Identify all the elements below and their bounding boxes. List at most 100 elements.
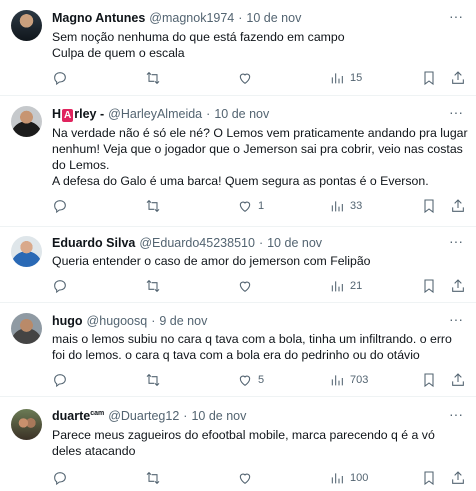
retweet-icon — [146, 373, 160, 387]
share-button[interactable] — [450, 371, 466, 389]
author-name-superscript: cam — [90, 409, 105, 417]
reply-button[interactable] — [52, 469, 73, 487]
like-button[interactable] — [237, 469, 258, 487]
tweet-date[interactable]: 10 de nov — [267, 236, 322, 250]
replies-feed: Magno Antunes @magnok1974 · 10 de nov ··… — [0, 0, 476, 491]
tweet-text-line: A defesa do Galo é uma barca! Quem segur… — [52, 174, 429, 188]
author-handle[interactable]: @hugoosq — [87, 314, 148, 328]
tweet-5[interactable]: duartecam @Duarteg12 · 10 de nov ··· Par… — [0, 397, 476, 491]
tweet-text: Sem noção nenhuma do que está fazendo em… — [52, 29, 467, 61]
share-icon — [452, 279, 464, 292]
like-button[interactable] — [237, 69, 258, 87]
views-count: 33 — [350, 200, 363, 212]
heart-icon — [239, 375, 251, 386]
heart-icon — [239, 201, 251, 212]
author-name-text: duarte — [52, 409, 91, 423]
more-options-icon[interactable]: ··· — [448, 9, 464, 27]
separator-dot: · — [151, 314, 156, 328]
reply-button[interactable] — [52, 69, 73, 87]
tweet-date[interactable]: 10 de nov — [191, 409, 246, 423]
tweet-actions: 15 — [52, 69, 468, 87]
tweet-text: Queria entender o caso de amor do jemers… — [52, 253, 467, 269]
reply-icon — [54, 374, 66, 388]
like-button[interactable] — [237, 277, 258, 295]
author-handle[interactable]: @Eduardo45238510 — [139, 236, 255, 250]
bookmark-button[interactable] — [421, 469, 437, 487]
author-handle[interactable]: @Duarteg12 — [108, 409, 179, 423]
retweet-button[interactable] — [145, 371, 166, 389]
avatar[interactable] — [11, 236, 42, 267]
bookmark-icon — [424, 471, 434, 486]
bookmark-button[interactable] — [421, 69, 437, 87]
avatar[interactable] — [11, 106, 42, 137]
reply-button[interactable] — [52, 371, 73, 389]
tweet-text-line: Sem noção nenhuma do que está fazendo em… — [52, 30, 345, 44]
retweet-icon — [146, 71, 160, 85]
tweet-text-line: mais o lemos subiu no cara q tava com a … — [52, 332, 452, 346]
heart-icon — [239, 281, 251, 292]
like-button[interactable]: 1 — [237, 197, 264, 215]
bookmark-button[interactable] — [421, 197, 437, 215]
reply-button[interactable] — [52, 197, 73, 215]
avatar[interactable] — [11, 313, 42, 344]
separator-dot: · — [206, 107, 211, 121]
views-button[interactable]: 15 — [329, 69, 362, 87]
retweet-button[interactable] — [145, 197, 166, 215]
views-button[interactable]: 33 — [329, 197, 362, 215]
views-button[interactable]: 100 — [329, 469, 368, 487]
tweet-4[interactable]: hugo @hugoosq · 9 de nov ··· mais o lemo… — [0, 303, 476, 397]
reply-button[interactable] — [52, 277, 73, 295]
avatar[interactable] — [11, 10, 42, 41]
tweet-3[interactable]: Eduardo Silva @Eduardo45238510 · 10 de n… — [0, 227, 476, 303]
share-icon — [452, 471, 464, 484]
bookmark-icon — [424, 199, 434, 214]
retweet-button[interactable] — [145, 469, 166, 487]
retweet-button[interactable] — [145, 69, 166, 87]
share-icon — [452, 373, 464, 386]
tweet-date[interactable]: 9 de nov — [159, 314, 207, 328]
views-chart-icon — [331, 201, 343, 212]
more-options-icon[interactable]: ··· — [448, 234, 464, 252]
more-options-icon[interactable]: ··· — [448, 312, 464, 330]
views-chart-icon — [331, 281, 343, 292]
tweet-actions: 100 — [52, 469, 468, 487]
bookmark-button[interactable] — [421, 371, 437, 389]
reply-icon — [54, 200, 66, 214]
author-name-badge: A — [62, 108, 74, 122]
retweet-icon — [146, 471, 160, 485]
more-options-icon[interactable]: ··· — [448, 407, 464, 425]
tweet-header: hugo @hugoosq · 9 de nov — [52, 313, 207, 329]
tweet-date[interactable]: 10 de nov — [246, 11, 301, 25]
author-name[interactable]: hugo — [52, 314, 83, 328]
like-button[interactable]: 5 — [237, 371, 264, 389]
tweet-text-line: Na verdade não é só ele né? O Lemos vem … — [52, 126, 468, 140]
share-button[interactable] — [450, 277, 466, 295]
tweet-2[interactable]: H Arley - @HarleyAlmeida · 10 de nov ··· … — [0, 96, 476, 227]
author-name-prefix: H — [52, 106, 62, 121]
separator-dot: · — [183, 409, 188, 423]
author-handle[interactable]: @HarleyAlmeida — [108, 107, 202, 121]
author-name[interactable]: Magno Antunes — [52, 11, 145, 25]
more-options-icon[interactable]: ··· — [448, 105, 464, 123]
tweet-text-line: deles atacando — [52, 444, 136, 458]
author-name[interactable]: duartecam — [52, 409, 104, 423]
share-button[interactable] — [450, 197, 466, 215]
share-button[interactable] — [450, 469, 466, 487]
avatar[interactable] — [11, 409, 42, 440]
author-name[interactable]: H Arley - — [52, 107, 104, 122]
author-handle[interactable]: @magnok1974 — [149, 11, 234, 25]
retweet-button[interactable] — [145, 277, 166, 295]
bookmark-button[interactable] — [421, 277, 437, 295]
like-count: 5 — [258, 374, 265, 386]
tweet-actions: 21 — [52, 277, 468, 295]
tweet-1[interactable]: Magno Antunes @magnok1974 · 10 de nov ··… — [0, 0, 476, 96]
views-chart-icon — [331, 375, 343, 386]
tweet-text-line: do Lemos. — [52, 158, 110, 172]
tweet-text-line: nenhum! Veja que o jogador que o Jemerso… — [52, 142, 463, 156]
views-button[interactable]: 21 — [329, 277, 362, 295]
author-name[interactable]: Eduardo Silva — [52, 236, 135, 250]
views-button[interactable]: 703 — [329, 371, 368, 389]
tweet-date[interactable]: 10 de nov — [214, 107, 269, 121]
share-button[interactable] — [450, 69, 466, 87]
tweet-actions: 5 703 — [52, 371, 468, 389]
